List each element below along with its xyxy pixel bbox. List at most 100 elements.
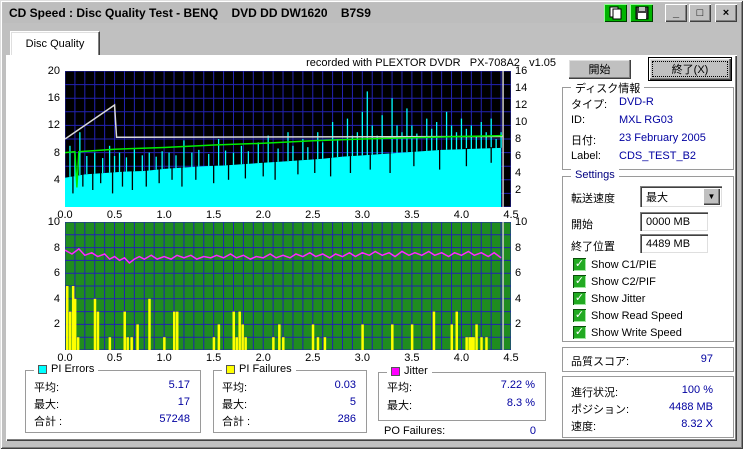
pi-failures-title: PI Failures — [239, 363, 292, 375]
focus-ring — [652, 61, 728, 77]
info-value: 23 February 2005 — [619, 132, 706, 144]
close-button[interactable]: × — [715, 4, 737, 22]
axis-tick-label: 4.5 — [503, 352, 519, 364]
jitter-panel: Jitter 平均: 7.22 % 最大: 8.3 % — [378, 365, 546, 421]
axis-tick-label: 16 — [47, 92, 60, 105]
stat-value: 57248 — [159, 413, 190, 425]
stat-value: 5.17 — [168, 379, 190, 391]
show-c1-pie-label: Show C1/PIE — [591, 259, 657, 271]
axis-tick-label: 20 — [47, 65, 60, 77]
axis-tick-label: 4.0 — [453, 352, 470, 364]
info-label: タイプ: — [571, 99, 608, 111]
stat-label: 最大: — [34, 399, 60, 411]
show-read-speed-checkbox[interactable]: ✓ — [573, 309, 586, 322]
stat-label: 平均: — [222, 382, 248, 394]
progress-label: 進行状況: — [571, 387, 619, 399]
info-label: 日付: — [571, 135, 597, 147]
tab-label: Disc Quality — [25, 37, 85, 50]
app-window: CD Speed : Disc Quality Test - BENQ DVD … — [0, 0, 743, 449]
jitter-swatch — [391, 366, 400, 376]
stat-label: 平均: — [387, 382, 413, 394]
end-pos-label: 終了位置 — [571, 241, 615, 253]
stat-label: 最大: — [222, 399, 248, 411]
axis-tick-label: 12 — [47, 119, 60, 132]
quality-chart-top — [65, 71, 511, 207]
axis-tick-label: 14 — [515, 82, 528, 94]
quality-chart-bottom — [65, 222, 511, 350]
axis-tick-label: 0.5 — [106, 209, 123, 221]
show-write-speed-checkbox[interactable]: ✓ — [573, 326, 586, 339]
show-c1-pie-checkbox[interactable]: ✓ — [573, 258, 586, 271]
axis-tick-label: 8 — [53, 241, 60, 254]
stat-value: 17 — [177, 396, 190, 408]
copy-icon — [609, 6, 621, 20]
stat-label: 合計 : — [222, 416, 251, 428]
axis-tick-label: 8 — [515, 133, 522, 145]
show-write-speed-label: Show Write Speed — [591, 327, 682, 339]
title-bar: CD Speed : Disc Quality Test - BENQ DVD … — [3, 3, 740, 23]
axis-tick-label: 4 — [53, 292, 60, 305]
axis-tick-label: 1.0 — [156, 352, 172, 364]
po-failures-label: PO Failures: — [384, 425, 446, 437]
position-label: ポジション: — [571, 404, 630, 416]
tab-disc-quality[interactable]: Disc Quality — [10, 31, 100, 55]
maximize-button[interactable]: □ — [689, 4, 711, 22]
minimize-button[interactable]: _ — [665, 4, 687, 22]
check-icon: ✓ — [574, 275, 585, 287]
axis-tick-label: 3.5 — [404, 209, 420, 221]
stat-label: 最大: — [387, 400, 413, 412]
pi-failures-swatch — [226, 364, 235, 374]
transfer-speed-value: 最大 — [646, 191, 668, 204]
axis-tick-label: 6 — [53, 267, 60, 280]
speed-value: 8.32 X — [681, 418, 713, 430]
axis-tick-label: 1.0 — [156, 209, 172, 221]
position-value: 4488 MB — [668, 401, 713, 413]
axis-tick-label: 12 — [515, 99, 528, 111]
start-pos-field[interactable]: 0000 MB — [640, 212, 708, 231]
check-icon: ✓ — [574, 258, 585, 270]
end-pos-field[interactable]: 4489 MB — [640, 234, 708, 253]
chevron-down-icon[interactable]: ▼ — [703, 188, 720, 205]
exit-button[interactable]: 終了(X) — [648, 57, 732, 81]
pi-errors-title: PI Errors — [51, 363, 95, 375]
start-pos-value: 0000 MB — [646, 215, 691, 228]
axis-tick-label: 3.5 — [404, 352, 420, 364]
disc-info-panel: ディスク情報 タイプ: DVD-R ID: MXL RG03 日付: 23 Febru… — [562, 80, 734, 170]
po-failures-value: 0 — [529, 425, 536, 437]
transfer-speed-select[interactable]: 最大 ▼ — [640, 186, 722, 207]
jitter-title: Jitter — [404, 365, 428, 377]
progress-value: 100 % — [681, 384, 713, 396]
start-button-label: 開始 — [588, 64, 611, 76]
stat-value: 7.22 % — [500, 379, 535, 391]
start-button[interactable]: 開始 — [568, 59, 631, 79]
show-c2-pif-label: Show C2/PIF — [591, 276, 656, 288]
show-c2-pif-checkbox[interactable]: ✓ — [573, 275, 586, 288]
save-icon — [635, 6, 648, 20]
minimize-icon: _ — [672, 7, 680, 19]
copy-button[interactable] — [604, 4, 627, 22]
axis-tick-label: 4 — [515, 292, 522, 305]
stat-value: 0.03 — [334, 379, 356, 391]
check-icon: ✓ — [574, 326, 585, 338]
progress-panel: 進行状況: 100 % ポジション: 4488 MB 速度: 8.32 X — [562, 376, 734, 438]
chart-header: recorded with PLEXTOR DVDR PX-708A2 v1.0… — [306, 57, 556, 69]
stat-value: 5 — [349, 396, 356, 408]
axis-tick-label: 6 — [515, 150, 522, 162]
window-title: CD Speed : Disc Quality Test - BENQ DVD … — [9, 6, 371, 20]
pi-errors-panel: PI Errors 平均: 5.17 最大: 17 合計 : 57248 — [25, 363, 201, 433]
info-label: ID: — [571, 114, 586, 126]
show-jitter-checkbox[interactable]: ✓ — [573, 292, 586, 305]
axis-tick-label: 2.0 — [255, 209, 271, 221]
transfer-speed-label: 転送速度 — [571, 193, 615, 205]
axis-tick-label: 2.5 — [305, 352, 321, 364]
axis-tick-label: 4.0 — [453, 209, 470, 221]
info-value: DVD-R — [619, 96, 654, 108]
show-jitter-label: Show Jitter — [591, 293, 646, 305]
axis-tick-label: 2 — [53, 318, 60, 331]
axis-tick-label: 1.5 — [206, 209, 222, 221]
stat-label: 合計 : — [34, 416, 63, 428]
axis-tick-label: 2 — [515, 318, 522, 331]
save-button[interactable] — [630, 4, 653, 22]
maximize-icon: □ — [696, 7, 704, 19]
close-icon: × — [722, 7, 730, 19]
